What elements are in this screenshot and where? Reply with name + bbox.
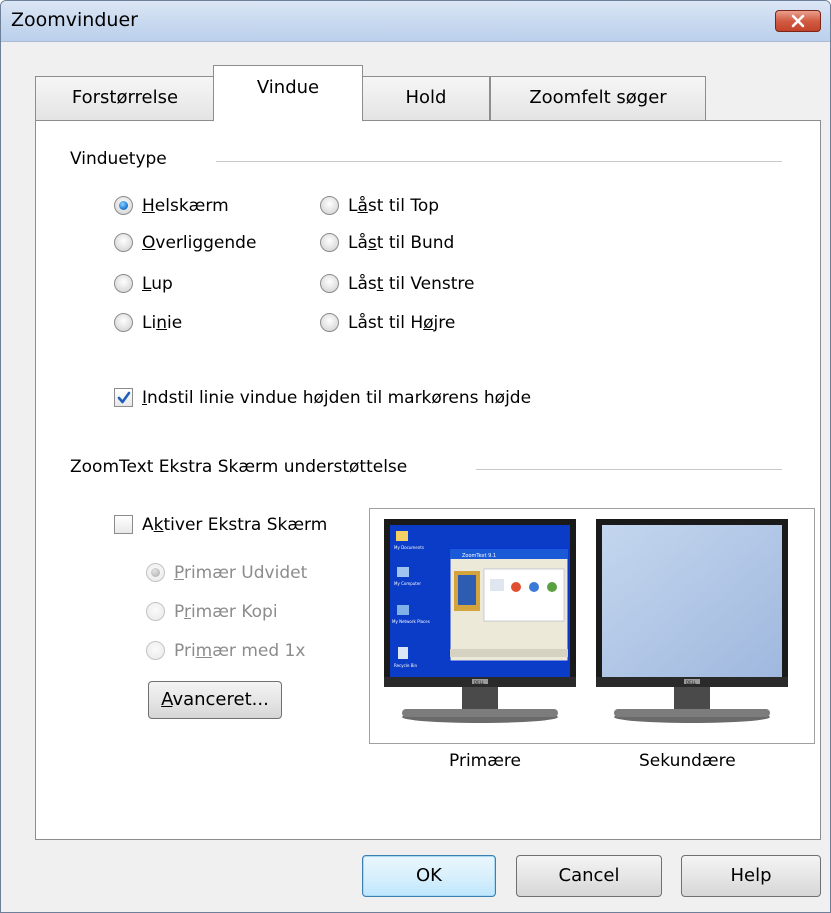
desktop-icon-label: My Documents	[394, 545, 424, 550]
checkbox-label: Indstil linie vindue højden til markøren…	[142, 388, 532, 408]
dialog-window: Zoomvinduer Forstørrelse Vindue Hold Zoo…	[0, 0, 831, 913]
button-label: Cancel	[558, 865, 620, 886]
radio-button[interactable]	[146, 641, 165, 660]
folder-icon	[396, 531, 408, 541]
radio-label: Låst til Venstre	[348, 274, 475, 294]
tab-vindue[interactable]: Vindue	[213, 65, 363, 121]
radio-label: Låst til Top	[348, 196, 440, 216]
radio-button[interactable]	[320, 274, 339, 293]
tab-label: Hold	[405, 87, 447, 108]
monitor-preview: My Documents My Computer My Network Plac…	[369, 508, 815, 744]
radio-button[interactable]	[146, 563, 165, 582]
monitor-brand: DELL	[686, 680, 697, 685]
radio-button[interactable]	[114, 196, 133, 215]
secondary-monitor: DELL	[596, 519, 788, 723]
window-type-group-label: Vinduetype	[70, 149, 177, 169]
radio-button[interactable]	[114, 313, 133, 332]
button-label: Help	[730, 865, 772, 886]
radio-label: Primær Udvidet	[174, 563, 308, 583]
checkbox-box[interactable]	[114, 515, 133, 534]
radio-button[interactable]	[114, 274, 133, 293]
close-button[interactable]	[775, 10, 821, 32]
radio-label: Overliggende	[142, 233, 257, 253]
radio-label: Låst til Bund	[348, 233, 455, 253]
checkmark-icon	[117, 391, 131, 404]
window-title: Zoomvinduer	[11, 9, 138, 31]
desktop-icon-label: My Computer	[394, 581, 421, 586]
checkbox-label: Aktiver Ekstra Skærm	[142, 515, 328, 535]
ok-button[interactable]: OK	[362, 855, 496, 897]
button-label: OK	[416, 865, 442, 886]
cancel-button[interactable]: Cancel	[516, 855, 662, 897]
app-window-title: ZoomText 9.1	[462, 553, 496, 559]
tab-label: Vindue	[256, 77, 320, 98]
button-label: Avanceret...	[161, 689, 269, 710]
checkbox-box[interactable]	[114, 388, 133, 407]
tab-label: Zoomfelt søger	[529, 87, 667, 108]
monitors-illustration: My Documents My Computer My Network Plac…	[384, 519, 788, 723]
secondary-caption: Sekundære	[639, 751, 736, 771]
tab-hold[interactable]: Hold	[362, 76, 490, 120]
radio-label: Primær med 1x	[174, 641, 306, 661]
extra-screen-group-label: ZoomText Ekstra Skærm understøttelse	[70, 457, 418, 477]
tab-forstorrelse[interactable]: Forstørrelse	[35, 76, 215, 120]
desktop-icon-label: My Network Places	[392, 619, 430, 624]
primary-monitor: My Documents My Computer My Network Plac…	[384, 519, 576, 723]
title-bar[interactable]: Zoomvinduer	[1, 1, 830, 42]
radio-button[interactable]	[114, 233, 133, 252]
desktop-icon-label: Recycle Bin	[394, 663, 418, 668]
computer-icon	[397, 567, 409, 577]
primary-caption: Primære	[449, 751, 521, 771]
radio-label: Primær Kopi	[174, 602, 278, 622]
advanced-button[interactable]: Avanceret...	[148, 681, 282, 719]
group-divider	[476, 469, 782, 470]
radio-label: Lup	[142, 274, 173, 294]
network-icon	[397, 605, 409, 615]
monitor-brand: DELL	[474, 680, 485, 685]
tab-zoomfelt-soger[interactable]: Zoomfelt søger	[490, 76, 706, 120]
radio-label: Linie	[142, 313, 183, 333]
help-button[interactable]: Help	[681, 855, 821, 897]
radio-label: Låst til Højre	[348, 313, 456, 333]
recycle-bin-icon	[398, 647, 408, 659]
radio-button[interactable]	[320, 196, 339, 215]
group-divider	[216, 161, 782, 162]
radio-button[interactable]	[320, 233, 339, 252]
radio-button[interactable]	[320, 313, 339, 332]
tab-panel-vindue: Vinduetype Helskærm Overliggende Lup Lin…	[35, 120, 821, 840]
radio-button[interactable]	[146, 602, 165, 621]
tab-label: Forstørrelse	[71, 87, 179, 108]
close-icon	[791, 14, 805, 28]
radio-label: Helskærm	[142, 196, 229, 216]
